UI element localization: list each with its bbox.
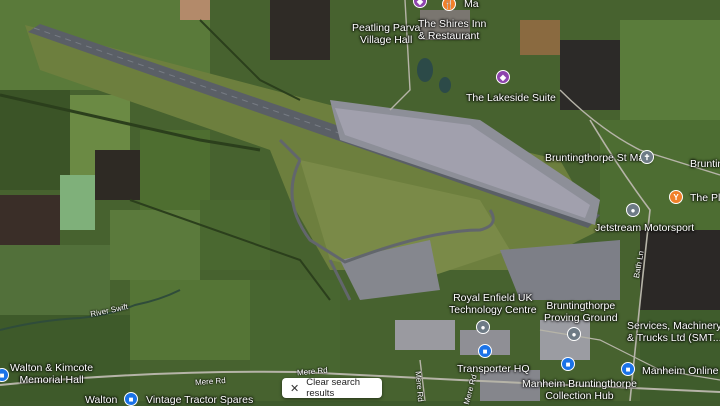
venue-pin-icon[interactable]: ◆: [496, 70, 510, 84]
field: [95, 150, 140, 200]
lake: [417, 58, 433, 82]
field: [0, 195, 60, 245]
place-label-transporter-hq[interactable]: Transporter HQ: [457, 363, 530, 375]
satellite-map[interactable]: [0, 0, 720, 401]
field: [60, 175, 95, 230]
clear-search-results-button[interactable]: ✕ Clear search results: [282, 377, 382, 399]
field: [0, 90, 70, 190]
close-icon: ✕: [290, 382, 300, 395]
field: [270, 0, 330, 60]
place-label-the-plough[interactable]: The Plou: [690, 192, 720, 204]
pub-pin-icon[interactable]: Y: [669, 190, 683, 204]
field: [640, 230, 720, 310]
buildings: [540, 320, 590, 360]
clear-search-results-label: Clear search results: [306, 377, 361, 399]
place-label-proving-ground[interactable]: Bruntingthorpe Proving Ground: [544, 300, 618, 324]
vehicle-storage: [500, 240, 620, 300]
business-pin-icon[interactable]: ■: [621, 362, 635, 376]
place-pin-icon[interactable]: ●: [476, 320, 490, 334]
place-label-partial: Ma: [464, 0, 479, 10]
place-label-jetstream-motorsport[interactable]: Jetstream Motorsport: [595, 222, 694, 234]
buildings: [395, 320, 455, 350]
field: [140, 130, 210, 210]
place-label-manheim-collection-hub[interactable]: Manheim Bruntingthorpe Collection Hub: [522, 378, 637, 402]
place-label-bruntingthorpe-village[interactable]: Bruntin: [690, 158, 720, 170]
place-label-bruntingthorpe-st-mary[interactable]: Bruntingthorpe St Mary: [545, 152, 653, 164]
place-label-vintage-tractor-spares[interactable]: Vintage Tractor Spares: [146, 394, 253, 406]
place-label-walton-kimcote[interactable]: Walton & Kimcote Memorial Hall: [10, 362, 93, 386]
field: [520, 20, 560, 55]
field: [0, 245, 110, 315]
place-pin-icon[interactable]: ●: [567, 327, 581, 341]
field: [130, 280, 250, 360]
field: [200, 200, 270, 270]
place-label-shires-inn[interactable]: The Shires Inn & Restaurant: [418, 18, 486, 42]
business-pin-icon[interactable]: ■: [124, 392, 138, 406]
business-pin-icon[interactable]: ■: [478, 344, 492, 358]
place-label-peatling-parva[interactable]: Peatling Parva Village Hall: [352, 22, 420, 46]
place-label-walton: Walton: [85, 394, 118, 406]
field: [600, 120, 720, 230]
place-pin-icon[interactable]: ●: [626, 203, 640, 217]
place-label-lakeside-suite[interactable]: The Lakeside Suite: [466, 92, 556, 104]
buildings: [180, 0, 210, 20]
business-pin-icon[interactable]: ■: [561, 357, 575, 371]
place-label-royal-enfield[interactable]: Royal Enfield UK Technology Centre: [449, 292, 537, 316]
church-pin-icon[interactable]: ✝: [640, 150, 654, 164]
lake: [439, 77, 451, 93]
field: [620, 20, 720, 120]
place-label-manheim-online[interactable]: Manheim Online: [642, 365, 718, 377]
field: [0, 315, 130, 401]
place-label-services-machinery[interactable]: Services, Machinery & Trucks Ltd (SMT...: [627, 320, 720, 344]
